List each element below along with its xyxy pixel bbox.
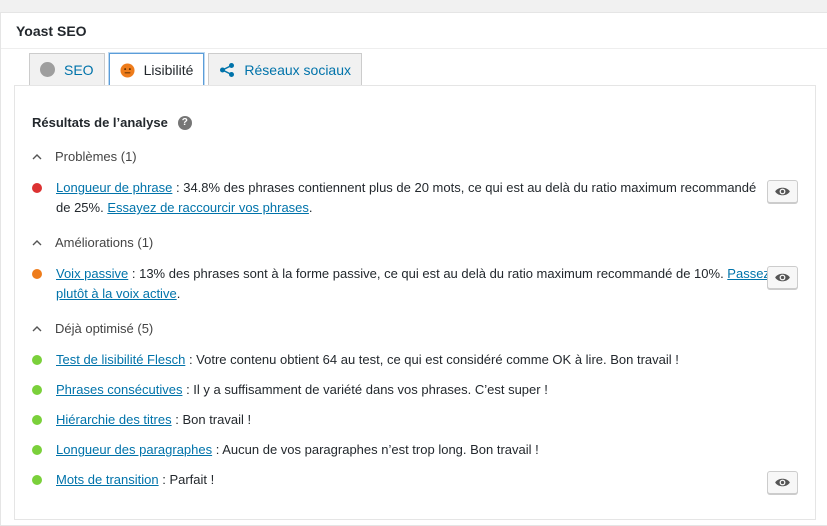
status-green-icon bbox=[32, 385, 42, 395]
eye-icon bbox=[775, 478, 790, 487]
chevron-up-icon bbox=[32, 325, 42, 331]
help-icon[interactable]: ? bbox=[177, 115, 192, 130]
section-heading: Améliorations (1) bbox=[55, 235, 154, 250]
orange-face-icon bbox=[120, 62, 135, 78]
assessment-text: : Parfait ! bbox=[158, 472, 215, 487]
list-item: Longueur de phrase : 34.8% des phrases c… bbox=[32, 178, 772, 218]
assessment-text: : Bon travail ! bbox=[171, 412, 252, 427]
tab-bar: SEO Lisibilité Réseaux sociaux bbox=[29, 53, 366, 87]
chevron-up-icon bbox=[32, 239, 42, 245]
tab-label: SEO bbox=[64, 61, 94, 78]
status-green-icon bbox=[32, 415, 42, 425]
highlight-eye-button[interactable] bbox=[767, 266, 798, 289]
list-item: Voix passive : 13% des phrases sont à la… bbox=[32, 264, 772, 304]
section-toggle-problems[interactable]: Problèmes (1) bbox=[32, 149, 137, 164]
assessment-text: : Aucun de vos paragraphes n’est trop lo… bbox=[212, 442, 539, 457]
assessment-text: : 13% des phrases sont à la forme passiv… bbox=[128, 266, 728, 281]
assessment-link[interactable]: Mots de transition bbox=[56, 472, 159, 487]
assessment-link[interactable]: Voix passive bbox=[56, 266, 128, 281]
tab-social[interactable]: Réseaux sociaux bbox=[208, 53, 363, 85]
tab-seo[interactable]: SEO bbox=[29, 53, 105, 85]
highlight-eye-button[interactable] bbox=[767, 471, 798, 494]
share-icon bbox=[220, 62, 235, 77]
assessment-link[interactable]: Longueur des paragraphes bbox=[56, 442, 212, 457]
assessment-text: : Votre contenu obtient 64 au test, ce q… bbox=[185, 352, 679, 367]
highlight-eye-button[interactable] bbox=[767, 180, 798, 203]
tab-readability[interactable]: Lisibilité bbox=[108, 53, 205, 87]
list-item: Phrases consécutives : Il y a suffisamme… bbox=[32, 380, 772, 400]
seo-score-grey-icon bbox=[40, 62, 55, 77]
assessment-link[interactable]: Test de lisibilité Flesch bbox=[56, 352, 185, 367]
metabox-title: Yoast SEO bbox=[1, 13, 827, 49]
status-green-icon bbox=[32, 445, 42, 455]
tab-label: Réseaux sociaux bbox=[244, 61, 352, 78]
status-green-icon bbox=[32, 355, 42, 365]
status-red-icon bbox=[32, 183, 42, 193]
eye-icon bbox=[775, 273, 790, 282]
section-heading: Problèmes (1) bbox=[55, 149, 137, 164]
assessment-link[interactable]: Phrases consécutives bbox=[56, 382, 182, 397]
eye-icon bbox=[775, 187, 790, 196]
assessment-link[interactable]: Longueur de phrase bbox=[56, 180, 172, 195]
assessment-tail: . bbox=[308, 200, 313, 215]
analysis-title: Résultats de l’analyse bbox=[32, 115, 168, 130]
tab-label: Lisibilité bbox=[143, 62, 194, 78]
list-item: Test de lisibilité Flesch : Votre conten… bbox=[32, 350, 772, 370]
assessment-text: : Il y a suffisamment de variété dans vo… bbox=[182, 382, 548, 397]
assessment-tail: . bbox=[176, 286, 181, 301]
list-item: Longueur des paragraphes : Aucun de vos … bbox=[32, 440, 772, 460]
list-item: Hiérarchie des titres : Bon travail ! bbox=[32, 410, 772, 430]
chevron-up-icon bbox=[32, 153, 42, 159]
section-heading: Déjà optimisé (5) bbox=[55, 321, 154, 336]
analysis-heading: Résultats de l’analyse ? bbox=[32, 115, 192, 130]
list-item: Mots de transition : Parfait ! bbox=[32, 470, 772, 490]
assessment-link[interactable]: Hiérarchie des titres bbox=[56, 412, 172, 427]
section-toggle-improvements[interactable]: Améliorations (1) bbox=[32, 235, 153, 250]
status-green-icon bbox=[32, 475, 42, 485]
status-orange-icon bbox=[32, 269, 42, 279]
section-toggle-good[interactable]: Déjà optimisé (5) bbox=[32, 321, 153, 336]
assessment-fix-link[interactable]: Essayez de raccourcir vos phrases bbox=[107, 200, 309, 215]
readability-panel: Résultats de l’analyse ? Problèmes (1) L… bbox=[14, 85, 816, 520]
